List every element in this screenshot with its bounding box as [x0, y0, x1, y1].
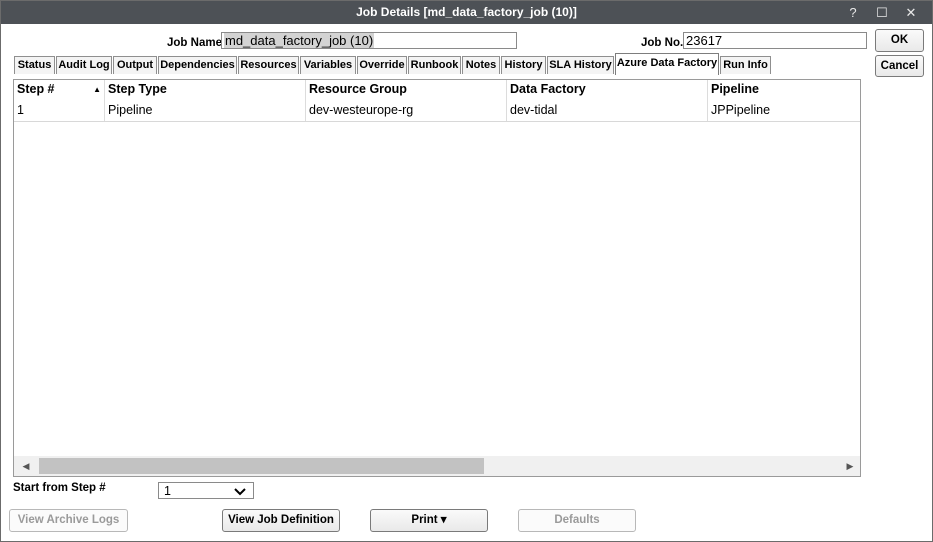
cell-resource-group: dev-westeurope-rg [306, 100, 507, 121]
job-name-label: Job Name [167, 37, 222, 49]
scroll-left-icon[interactable]: ◀ [18, 458, 34, 474]
tab-runbook[interactable]: Runbook [408, 56, 461, 74]
view-job-definition-button[interactable]: View Job Definition [222, 509, 340, 532]
cell-step-type: Pipeline [105, 100, 306, 121]
window-title: Job Details [md_data_factory_job (10)] [356, 5, 577, 19]
steps-grid: Step # ▲ Step Type Resource Group Data F… [13, 79, 861, 477]
column-header-pipeline[interactable]: Pipeline [708, 80, 860, 100]
job-no-label: Job No. [641, 37, 684, 49]
cell-step: 1 [14, 100, 105, 121]
view-archive-logs-button[interactable]: View Archive Logs [9, 509, 128, 532]
tab-history[interactable]: History [501, 56, 546, 74]
column-header-step-type[interactable]: Step Type [105, 80, 306, 100]
help-icon[interactable]: ? [839, 1, 867, 24]
title-bar: Job Details [md_data_factory_job (10)] ?… [1, 1, 932, 24]
scrollbar-thumb[interactable] [39, 458, 484, 474]
cell-pipeline: JPPipeline [711, 103, 771, 117]
job-details-window: Job Details [md_data_factory_job (10)] ?… [0, 0, 933, 542]
horizontal-scrollbar[interactable]: ◀ ▶ [14, 456, 860, 476]
start-from-step-label: Start from Step # [13, 482, 106, 494]
table-row[interactable]: 1 Pipeline dev-westeurope-rg dev-tidal J… [14, 100, 860, 122]
column-header-data-factory[interactable]: Data Factory [507, 80, 708, 100]
tab-status[interactable]: Status [14, 56, 55, 74]
start-from-step-value: 1 [164, 484, 171, 498]
close-icon[interactable]: ✕ [897, 1, 925, 24]
tab-variables[interactable]: Variables [300, 56, 356, 74]
tab-output[interactable]: Output [113, 56, 157, 74]
tab-notes[interactable]: Notes [462, 56, 500, 74]
tab-run-info[interactable]: Run Info [720, 56, 771, 74]
start-from-step-select[interactable]: 1 [158, 482, 254, 499]
tab-dependencies[interactable]: Dependencies [158, 56, 237, 74]
sort-ascending-icon: ▲ [93, 85, 101, 94]
cell-data-factory: dev-tidal [507, 100, 708, 121]
chevron-down-icon [233, 483, 247, 506]
scroll-right-icon[interactable]: ▶ [842, 458, 858, 474]
maximize-icon[interactable]: ☐ [868, 1, 896, 24]
print-button[interactable]: Print ▾ [370, 509, 488, 532]
defaults-button[interactable]: Defaults [518, 509, 636, 532]
tab-azure-data-factory[interactable]: Azure Data Factory [615, 53, 719, 75]
column-header-resource-group[interactable]: Resource Group [306, 80, 507, 100]
tab-sla-history[interactable]: SLA History [547, 56, 614, 74]
ok-button[interactable]: OK [875, 29, 924, 52]
cancel-button[interactable]: Cancel [875, 55, 924, 77]
job-no-field[interactable]: 23617 [683, 32, 867, 49]
column-header-step[interactable]: Step # ▲ [14, 80, 105, 100]
column-header-step-label: Step # [17, 82, 55, 96]
tab-override[interactable]: Override [357, 56, 407, 74]
job-name-field[interactable]: md_data_factory_job (10) [221, 32, 517, 49]
tab-resources[interactable]: Resources [238, 56, 299, 74]
tab-audit-log[interactable]: Audit Log [56, 56, 112, 74]
job-name-value: md_data_factory_job (10) [224, 33, 375, 48]
